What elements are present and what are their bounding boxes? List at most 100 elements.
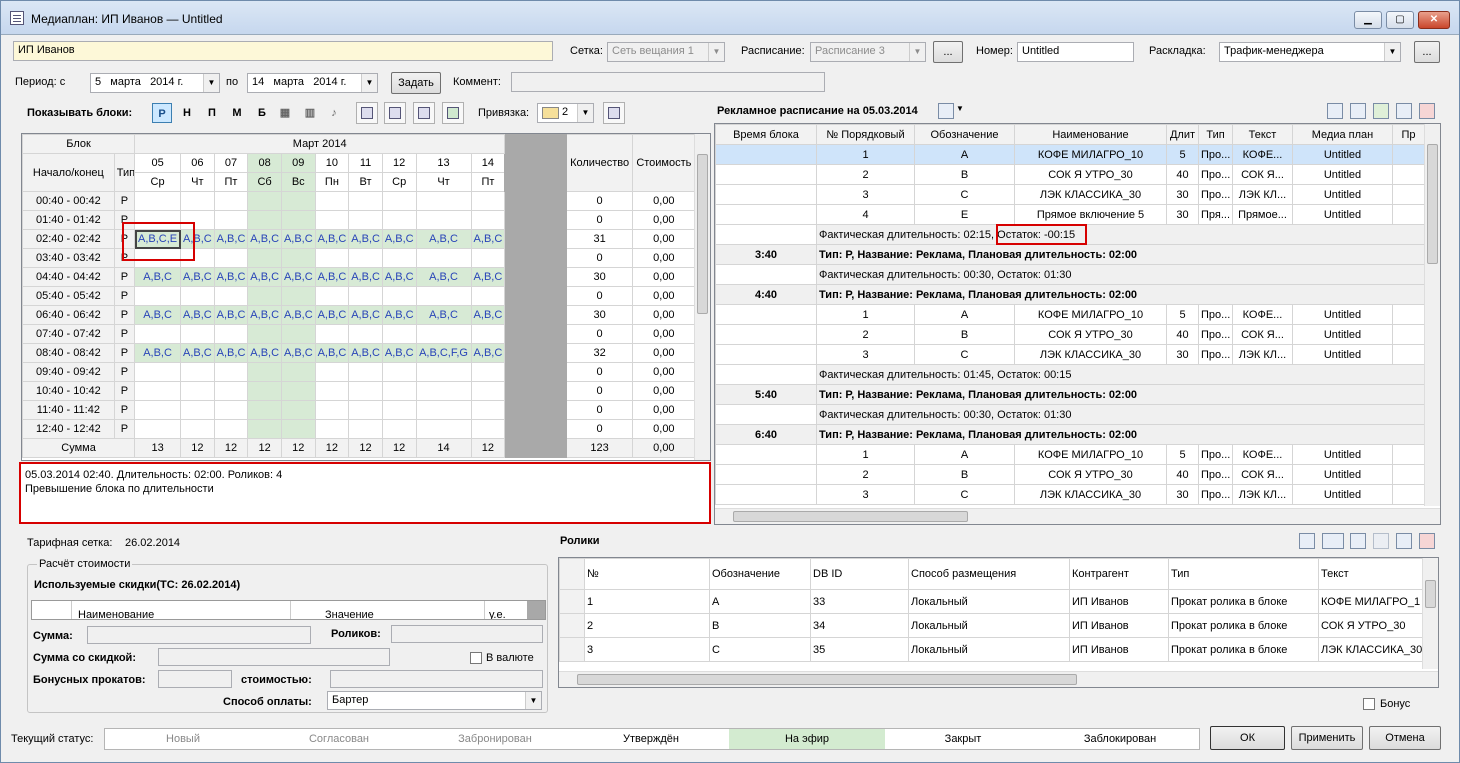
schedule-cell[interactable] bbox=[180, 324, 215, 344]
schedule-cell[interactable] bbox=[381, 286, 417, 306]
schedule-cell[interactable] bbox=[415, 248, 472, 268]
spot-column-header[interactable]: Тип bbox=[1168, 558, 1319, 590]
spot-link-icon[interactable] bbox=[1396, 533, 1412, 549]
minimize-button[interactable]: ▁ bbox=[1354, 11, 1382, 29]
schedule-cell[interactable] bbox=[213, 362, 249, 382]
spots-hscroll[interactable] bbox=[559, 671, 1438, 687]
list-delete-icon[interactable] bbox=[1419, 103, 1435, 119]
schedule-cell[interactable] bbox=[180, 400, 215, 420]
columns-view-icon[interactable]: ▥ bbox=[300, 103, 320, 123]
schedule-cell[interactable] bbox=[470, 400, 506, 420]
spot-delete-icon[interactable] bbox=[1419, 533, 1435, 549]
schedule-cell[interactable] bbox=[470, 248, 506, 268]
schedule-select[interactable]: Расписание 3 ▼ bbox=[810, 42, 926, 62]
ad-block-row[interactable]: 5:40 Тип: Р, Название: Реклама, Плановая … bbox=[715, 384, 1425, 405]
schedule-cell[interactable]: A,B,C bbox=[180, 305, 215, 325]
chevron-down-icon[interactable]: ▼ bbox=[956, 104, 964, 113]
schedule-cell[interactable] bbox=[247, 400, 282, 420]
schedule-cell[interactable]: A,B,C bbox=[348, 343, 383, 363]
schedule-cell[interactable]: A,B,C bbox=[180, 343, 215, 363]
schedule-cell[interactable] bbox=[280, 324, 316, 344]
ad-spot-row[interactable]: 1 A КОФЕ МИЛАГРО_10 5 Про... КОФЕ... Untitled bbox=[715, 444, 1425, 465]
schedule-cell[interactable] bbox=[314, 381, 350, 401]
schedule-cell[interactable] bbox=[280, 362, 316, 382]
schedule-cell[interactable] bbox=[415, 191, 472, 211]
schedule-cell[interactable] bbox=[348, 248, 383, 268]
schedule-cell[interactable] bbox=[381, 248, 417, 268]
toggle-block-n[interactable]: Н bbox=[177, 103, 197, 123]
schedule-cell[interactable] bbox=[470, 362, 506, 382]
bonus-checkbox[interactable] bbox=[1363, 698, 1375, 710]
bonus-cost-field[interactable] bbox=[330, 670, 543, 688]
schedule-cell[interactable] bbox=[314, 210, 350, 230]
ad-spot-row[interactable]: 1 A КОФЕ МИЛАГРО_10 5 Про... КОФЕ... Untitled bbox=[715, 144, 1425, 165]
grid-view-icon[interactable]: ▦ bbox=[275, 103, 295, 123]
print-icon[interactable] bbox=[384, 102, 406, 124]
ad-spot-row[interactable]: 4 E Прямое включение 5 30 Пря... Прямое... Unt… bbox=[715, 204, 1425, 225]
schedule-cell[interactable]: A,B,C bbox=[415, 229, 472, 249]
schedule-cell[interactable]: A,B,C bbox=[213, 305, 249, 325]
close-button[interactable]: ✕ bbox=[1418, 11, 1450, 29]
schedule-cell[interactable]: A,B,C bbox=[280, 305, 316, 325]
schedule-cell[interactable] bbox=[470, 210, 506, 230]
schedule-cell[interactable] bbox=[134, 191, 182, 211]
layout-browse-button[interactable]: ... bbox=[1414, 41, 1440, 63]
ad-column-header[interactable]: Обозначение bbox=[914, 124, 1015, 145]
ad-block-row[interactable]: 4:40 Тип: Р, Название: Реклама, Плановая … bbox=[715, 284, 1425, 305]
client-field[interactable]: ИП Иванов bbox=[13, 41, 553, 61]
schedule-cell[interactable]: A,B,C bbox=[213, 343, 249, 363]
schedule-cell[interactable] bbox=[348, 362, 383, 382]
schedule-cell[interactable] bbox=[415, 324, 472, 344]
schedule-cell[interactable] bbox=[381, 400, 417, 420]
spot-row[interactable]: 2 B 34 Локальный ИП Иванов Прокат ролика в бл… bbox=[559, 613, 1423, 638]
schedule-cell[interactable] bbox=[280, 419, 316, 439]
schedule-cell[interactable] bbox=[134, 362, 182, 382]
schedule-cell[interactable] bbox=[180, 362, 215, 382]
comment-field[interactable] bbox=[511, 72, 825, 92]
spot-add-menu-icon[interactable] bbox=[1322, 533, 1344, 549]
schedule-cell[interactable]: A,B,C bbox=[314, 305, 350, 325]
schedule-cell[interactable] bbox=[213, 400, 249, 420]
binding-select[interactable]: 2 ▼ bbox=[537, 103, 594, 123]
spot-row[interactable]: 3 C 35 Локальный ИП Иванов Прокат ролика в бл… bbox=[559, 637, 1423, 662]
ad-column-header[interactable]: Длит bbox=[1166, 124, 1199, 145]
date-to-picker[interactable]: 14 марта 2014 г. ▼ bbox=[247, 73, 378, 93]
ad-fact-row[interactable]: Фактическая длительность: 00:30, Остаток… bbox=[715, 404, 1425, 425]
schedule-cell[interactable] bbox=[180, 191, 215, 211]
schedule-cell[interactable] bbox=[348, 400, 383, 420]
schedule-cell[interactable] bbox=[415, 419, 472, 439]
ad-schedule-vscroll[interactable] bbox=[1424, 124, 1440, 506]
schedule-cell[interactable] bbox=[247, 381, 282, 401]
schedule-cell[interactable] bbox=[470, 324, 506, 344]
schedule-cell[interactable]: A,B,C bbox=[470, 229, 506, 249]
schedule-cell[interactable] bbox=[348, 419, 383, 439]
schedule-cell[interactable] bbox=[381, 419, 417, 439]
toggle-block-r[interactable]: Р bbox=[152, 103, 172, 123]
spots-vscroll[interactable] bbox=[1422, 558, 1438, 669]
schedule-cell[interactable] bbox=[280, 210, 316, 230]
schedule-browse-button[interactable]: ... bbox=[933, 41, 963, 63]
cancel-button[interactable]: Отмена bbox=[1369, 726, 1441, 750]
schedule-cell[interactable] bbox=[134, 286, 182, 306]
schedule-cell[interactable]: A,B,C bbox=[314, 229, 350, 249]
schedule-cell[interactable]: A,B,C bbox=[280, 267, 316, 287]
schedule-cell[interactable] bbox=[381, 210, 417, 230]
schedule-cell[interactable]: A,B,C bbox=[314, 343, 350, 363]
schedule-cell[interactable] bbox=[247, 362, 282, 382]
toggle-block-m[interactable]: М bbox=[227, 103, 247, 123]
ad-spot-row[interactable]: 1 A КОФЕ МИЛАГРО_10 5 Про... КОФЕ... Untitled bbox=[715, 304, 1425, 325]
set-period-button[interactable]: Задать bbox=[391, 72, 441, 94]
schedule-cell[interactable] bbox=[415, 210, 472, 230]
schedule-cell[interactable]: A,B,C bbox=[213, 267, 249, 287]
schedule-cell[interactable] bbox=[180, 381, 215, 401]
schedule-cell[interactable]: A,B,C bbox=[280, 229, 316, 249]
ad-column-header[interactable]: № Порядковый bbox=[816, 124, 915, 145]
schedule-cell[interactable] bbox=[280, 400, 316, 420]
sum-discount-field[interactable] bbox=[158, 648, 390, 666]
schedule-cell[interactable] bbox=[470, 419, 506, 439]
date-from-picker[interactable]: 5 марта 2014 г. ▼ bbox=[90, 73, 220, 93]
schedule-cell[interactable] bbox=[314, 286, 350, 306]
list-move-icon[interactable] bbox=[1373, 103, 1389, 119]
schedule-cell[interactable]: A,B,C bbox=[280, 343, 316, 363]
schedule-cell[interactable] bbox=[134, 419, 182, 439]
